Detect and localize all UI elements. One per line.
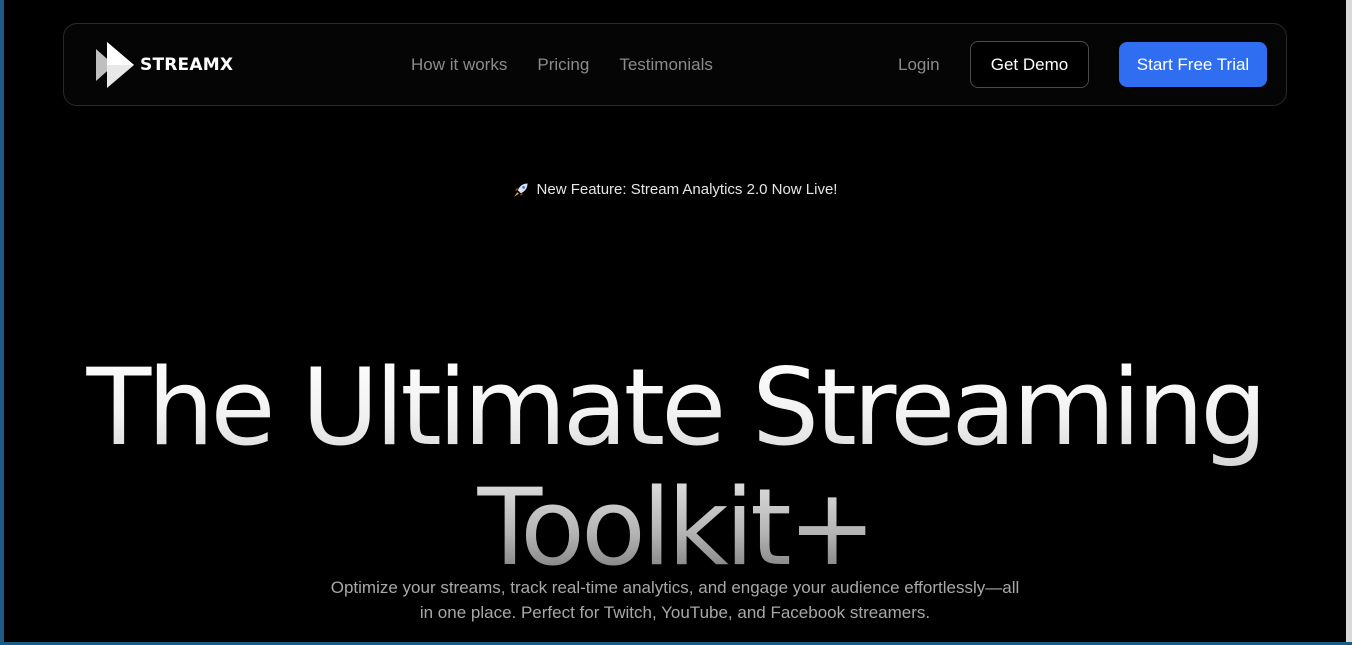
- announcement-text: New Feature: Stream Analytics 2.0 Now Li…: [536, 181, 838, 198]
- brand-name: STREAMX: [140, 55, 234, 75]
- window-right-edge: [1346, 0, 1352, 645]
- login-link[interactable]: Login: [898, 55, 940, 75]
- start-free-trial-button[interactable]: Start Free Trial: [1119, 42, 1267, 87]
- announcement-banner[interactable]: New Feature: Stream Analytics 2.0 Now Li…: [4, 181, 1346, 198]
- nav-link-pricing[interactable]: Pricing: [537, 55, 589, 75]
- hero-subtext: Optimize your streams, track real-time a…: [330, 578, 1020, 622]
- nav-links: How it works Pricing Testimonials: [411, 55, 713, 75]
- page-viewport: STREAMX How it works Pricing Testimonial…: [4, 0, 1346, 645]
- nav-link-how-it-works[interactable]: How it works: [411, 55, 507, 75]
- hero-headline-line2: Toolkit+: [4, 469, 1346, 587]
- nav-link-testimonials[interactable]: Testimonials: [619, 55, 713, 75]
- rocket-icon: [513, 183, 528, 197]
- play-logo-icon: [96, 42, 134, 88]
- get-demo-button[interactable]: Get Demo: [970, 41, 1089, 88]
- navbar: STREAMX How it works Pricing Testimonial…: [63, 23, 1287, 106]
- brand-logo[interactable]: STREAMX: [94, 39, 233, 91]
- hero-headline-line1: The Ultimate Streaming: [4, 349, 1346, 467]
